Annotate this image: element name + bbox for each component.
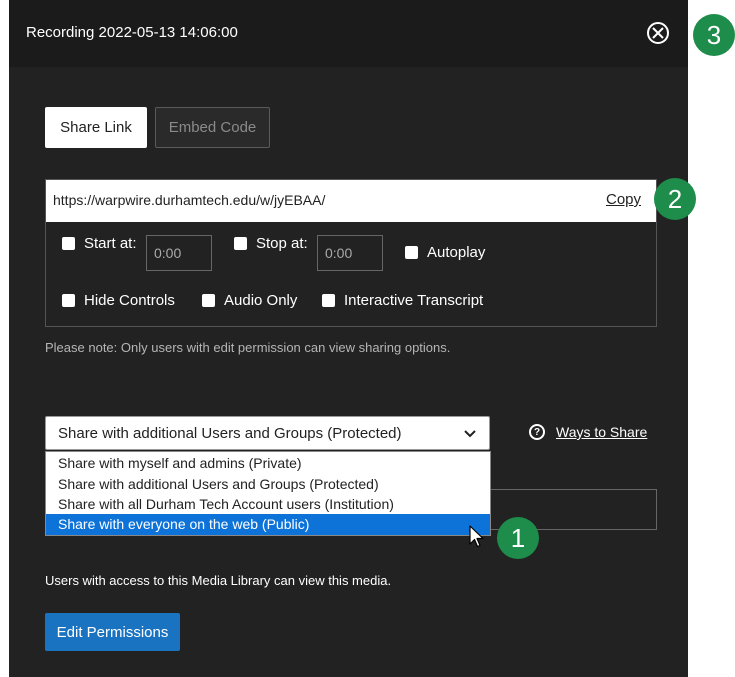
callout-badge-2: 2 (654, 178, 696, 220)
interactive-transcript-checkbox[interactable] (322, 294, 335, 307)
sharing-level-select[interactable]: Share with additional Users and Groups (… (45, 416, 490, 450)
stop-at-option[interactable]: Stop at: (234, 235, 308, 252)
sharing-level-dropdown[interactable]: Share with myself and admins (Private) S… (45, 451, 491, 536)
chevron-down-icon (464, 430, 476, 438)
dialog-title: Recording 2022-05-13 14:06:00 (26, 24, 238, 41)
callout-badge-3: 3 (693, 14, 735, 56)
hide-controls-checkbox[interactable] (62, 294, 75, 307)
audio-only-checkbox[interactable] (202, 294, 215, 307)
edit-permissions-button[interactable]: Edit Permissions (45, 613, 180, 651)
permission-note: Please note: Only users with edit permis… (45, 340, 451, 355)
start-at-input[interactable]: 0:00 (146, 235, 212, 271)
sharing-level-value: Share with additional Users and Groups (… (58, 425, 402, 442)
autoplay-option[interactable]: Autoplay (405, 244, 485, 261)
start-at-label: Start at: (84, 235, 137, 252)
share-url-row: https://warpwire.durhamtech.edu/w/jyEBAA… (46, 180, 656, 222)
callout-badge-1: 1 (497, 517, 539, 559)
interactive-transcript-label: Interactive Transcript (344, 292, 484, 309)
copy-link-button[interactable]: Copy (606, 191, 641, 208)
audio-only-label: Audio Only (224, 292, 298, 309)
interactive-transcript-option[interactable]: Interactive Transcript (322, 292, 483, 309)
stop-at-label: Stop at: (256, 235, 308, 252)
ways-to-share[interactable]: ? Ways to Share (529, 424, 647, 440)
option-public[interactable]: Share with everyone on the web (Public) (46, 514, 490, 535)
hide-controls-option[interactable]: Hide Controls (62, 292, 175, 309)
mouse-pointer-icon (469, 525, 484, 548)
access-note: Users with access to this Media Library … (45, 573, 392, 588)
option-private[interactable]: Share with myself and admins (Private) (46, 453, 490, 474)
share-link-panel: https://warpwire.durhamtech.edu/w/jyEBAA… (45, 179, 657, 327)
option-institution[interactable]: Share with all Durham Tech Account users… (46, 494, 490, 515)
audio-only-option[interactable]: Audio Only (202, 292, 297, 309)
close-icon[interactable] (647, 22, 669, 44)
dialog-header: Recording 2022-05-13 14:06:00 (9, 0, 688, 67)
share-dialog: Recording 2022-05-13 14:06:00 Share Link… (9, 0, 688, 677)
stop-at-input[interactable]: 0:00 (317, 235, 383, 271)
autoplay-label: Autoplay (427, 244, 486, 261)
tab-share-link[interactable]: Share Link (45, 107, 147, 148)
start-at-option[interactable]: Start at: (62, 235, 137, 252)
autoplay-checkbox[interactable] (405, 246, 418, 259)
tab-embed-code[interactable]: Embed Code (155, 107, 270, 148)
question-circle-icon: ? (529, 424, 545, 440)
ways-to-share-link[interactable]: Ways to Share (556, 424, 647, 440)
hide-controls-label: Hide Controls (84, 292, 175, 309)
start-at-checkbox[interactable] (62, 237, 75, 250)
stop-at-checkbox[interactable] (234, 237, 247, 250)
share-url[interactable]: https://warpwire.durhamtech.edu/w/jyEBAA… (53, 192, 325, 208)
option-protected[interactable]: Share with additional Users and Groups (… (46, 474, 490, 495)
